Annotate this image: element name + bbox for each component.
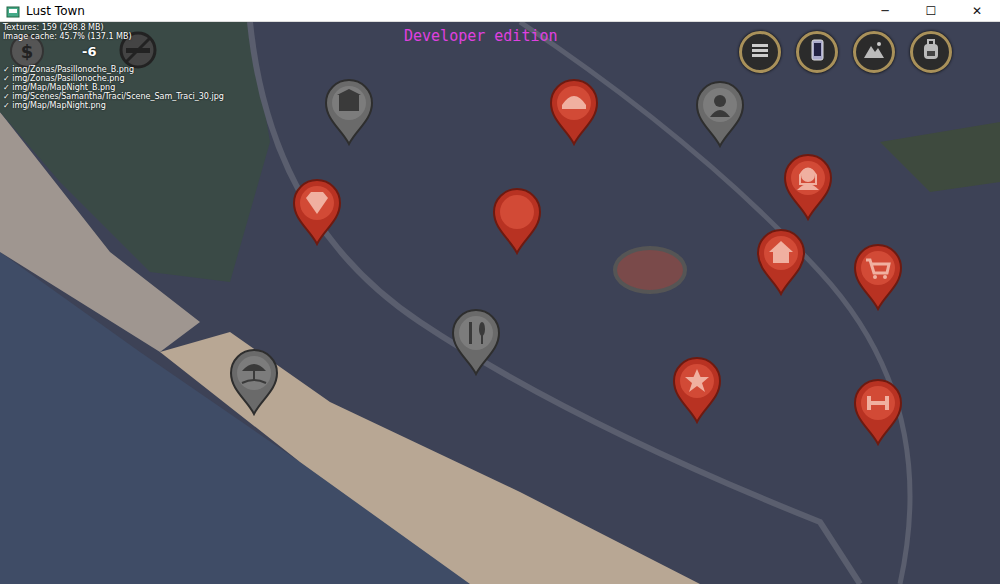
star-icon — [683, 367, 711, 399]
backpack-button[interactable] — [910, 31, 952, 73]
map-view[interactable]: $-6Textures: 159 (298.8 MB)Image cache: … — [0, 22, 1000, 584]
gym-icon — [864, 389, 892, 421]
window-title: Lust Town — [26, 4, 862, 18]
beach-icon — [240, 359, 268, 391]
map-pin[interactable] — [695, 80, 745, 148]
money-amount: -6 — [82, 44, 96, 59]
texture-count: Textures: 159 (298.8 MB) — [3, 23, 224, 32]
map-pin[interactable] — [672, 356, 722, 424]
menu-button[interactable] — [739, 31, 781, 73]
heart-icon — [503, 198, 531, 230]
edition-banner: Developer edition — [404, 27, 558, 45]
phone-button[interactable] — [796, 31, 838, 73]
woman-icon — [794, 164, 822, 196]
loaded-file: ✓ img/Map/MapNight.png — [3, 101, 224, 110]
loaded-file: ✓ img/Zonas/Pasillonoche.png — [3, 74, 224, 83]
cart-icon — [864, 254, 892, 286]
map-pin[interactable] — [853, 243, 903, 311]
title-bar: Lust Town─☐✕ — [0, 0, 1000, 22]
app-icon — [6, 4, 20, 18]
debug-overlay: Textures: 159 (298.8 MB)Image cache: 45.… — [3, 23, 224, 110]
map-icon — [862, 38, 886, 66]
building-icon — [335, 89, 363, 121]
loaded-file: ✓ img/Scenes/Samantha/Traci/Scene_Sam_Tr… — [3, 92, 224, 101]
backpack-icon — [919, 38, 943, 66]
window-controls: ─☐✕ — [862, 0, 1000, 22]
cop-icon — [560, 89, 588, 121]
maximize-button[interactable]: ☐ — [908, 0, 954, 22]
loaded-file: ✓ img/Map/MapNight_B.png — [3, 83, 224, 92]
house-icon — [767, 239, 795, 271]
map-pin[interactable] — [229, 348, 279, 416]
diamond-icon — [303, 189, 331, 221]
map-pin[interactable] — [292, 178, 342, 246]
map-pin[interactable] — [756, 228, 806, 296]
close-button[interactable]: ✕ — [954, 0, 1000, 22]
map-pin[interactable] — [853, 378, 903, 446]
map-pin[interactable] — [492, 187, 542, 255]
map-button[interactable] — [853, 31, 895, 73]
map-pin[interactable] — [549, 78, 599, 146]
phone-icon — [805, 38, 829, 66]
hud-buttons — [739, 31, 952, 73]
minimize-button[interactable]: ─ — [862, 0, 908, 22]
loaded-files: ✓ img/Zonas/Pasillonoche_B.png✓ img/Zona… — [3, 65, 224, 110]
menu-icon — [748, 38, 772, 66]
image-cache: Image cache: 45.7% (137.1 MB) — [3, 32, 224, 41]
map-pin[interactable] — [324, 78, 374, 146]
map-pin[interactable] — [451, 308, 501, 376]
person-icon — [706, 91, 734, 123]
loaded-file: ✓ img/Zonas/Pasillonoche_B.png — [3, 65, 224, 74]
map-pin[interactable] — [783, 153, 833, 221]
food-icon — [462, 319, 490, 351]
